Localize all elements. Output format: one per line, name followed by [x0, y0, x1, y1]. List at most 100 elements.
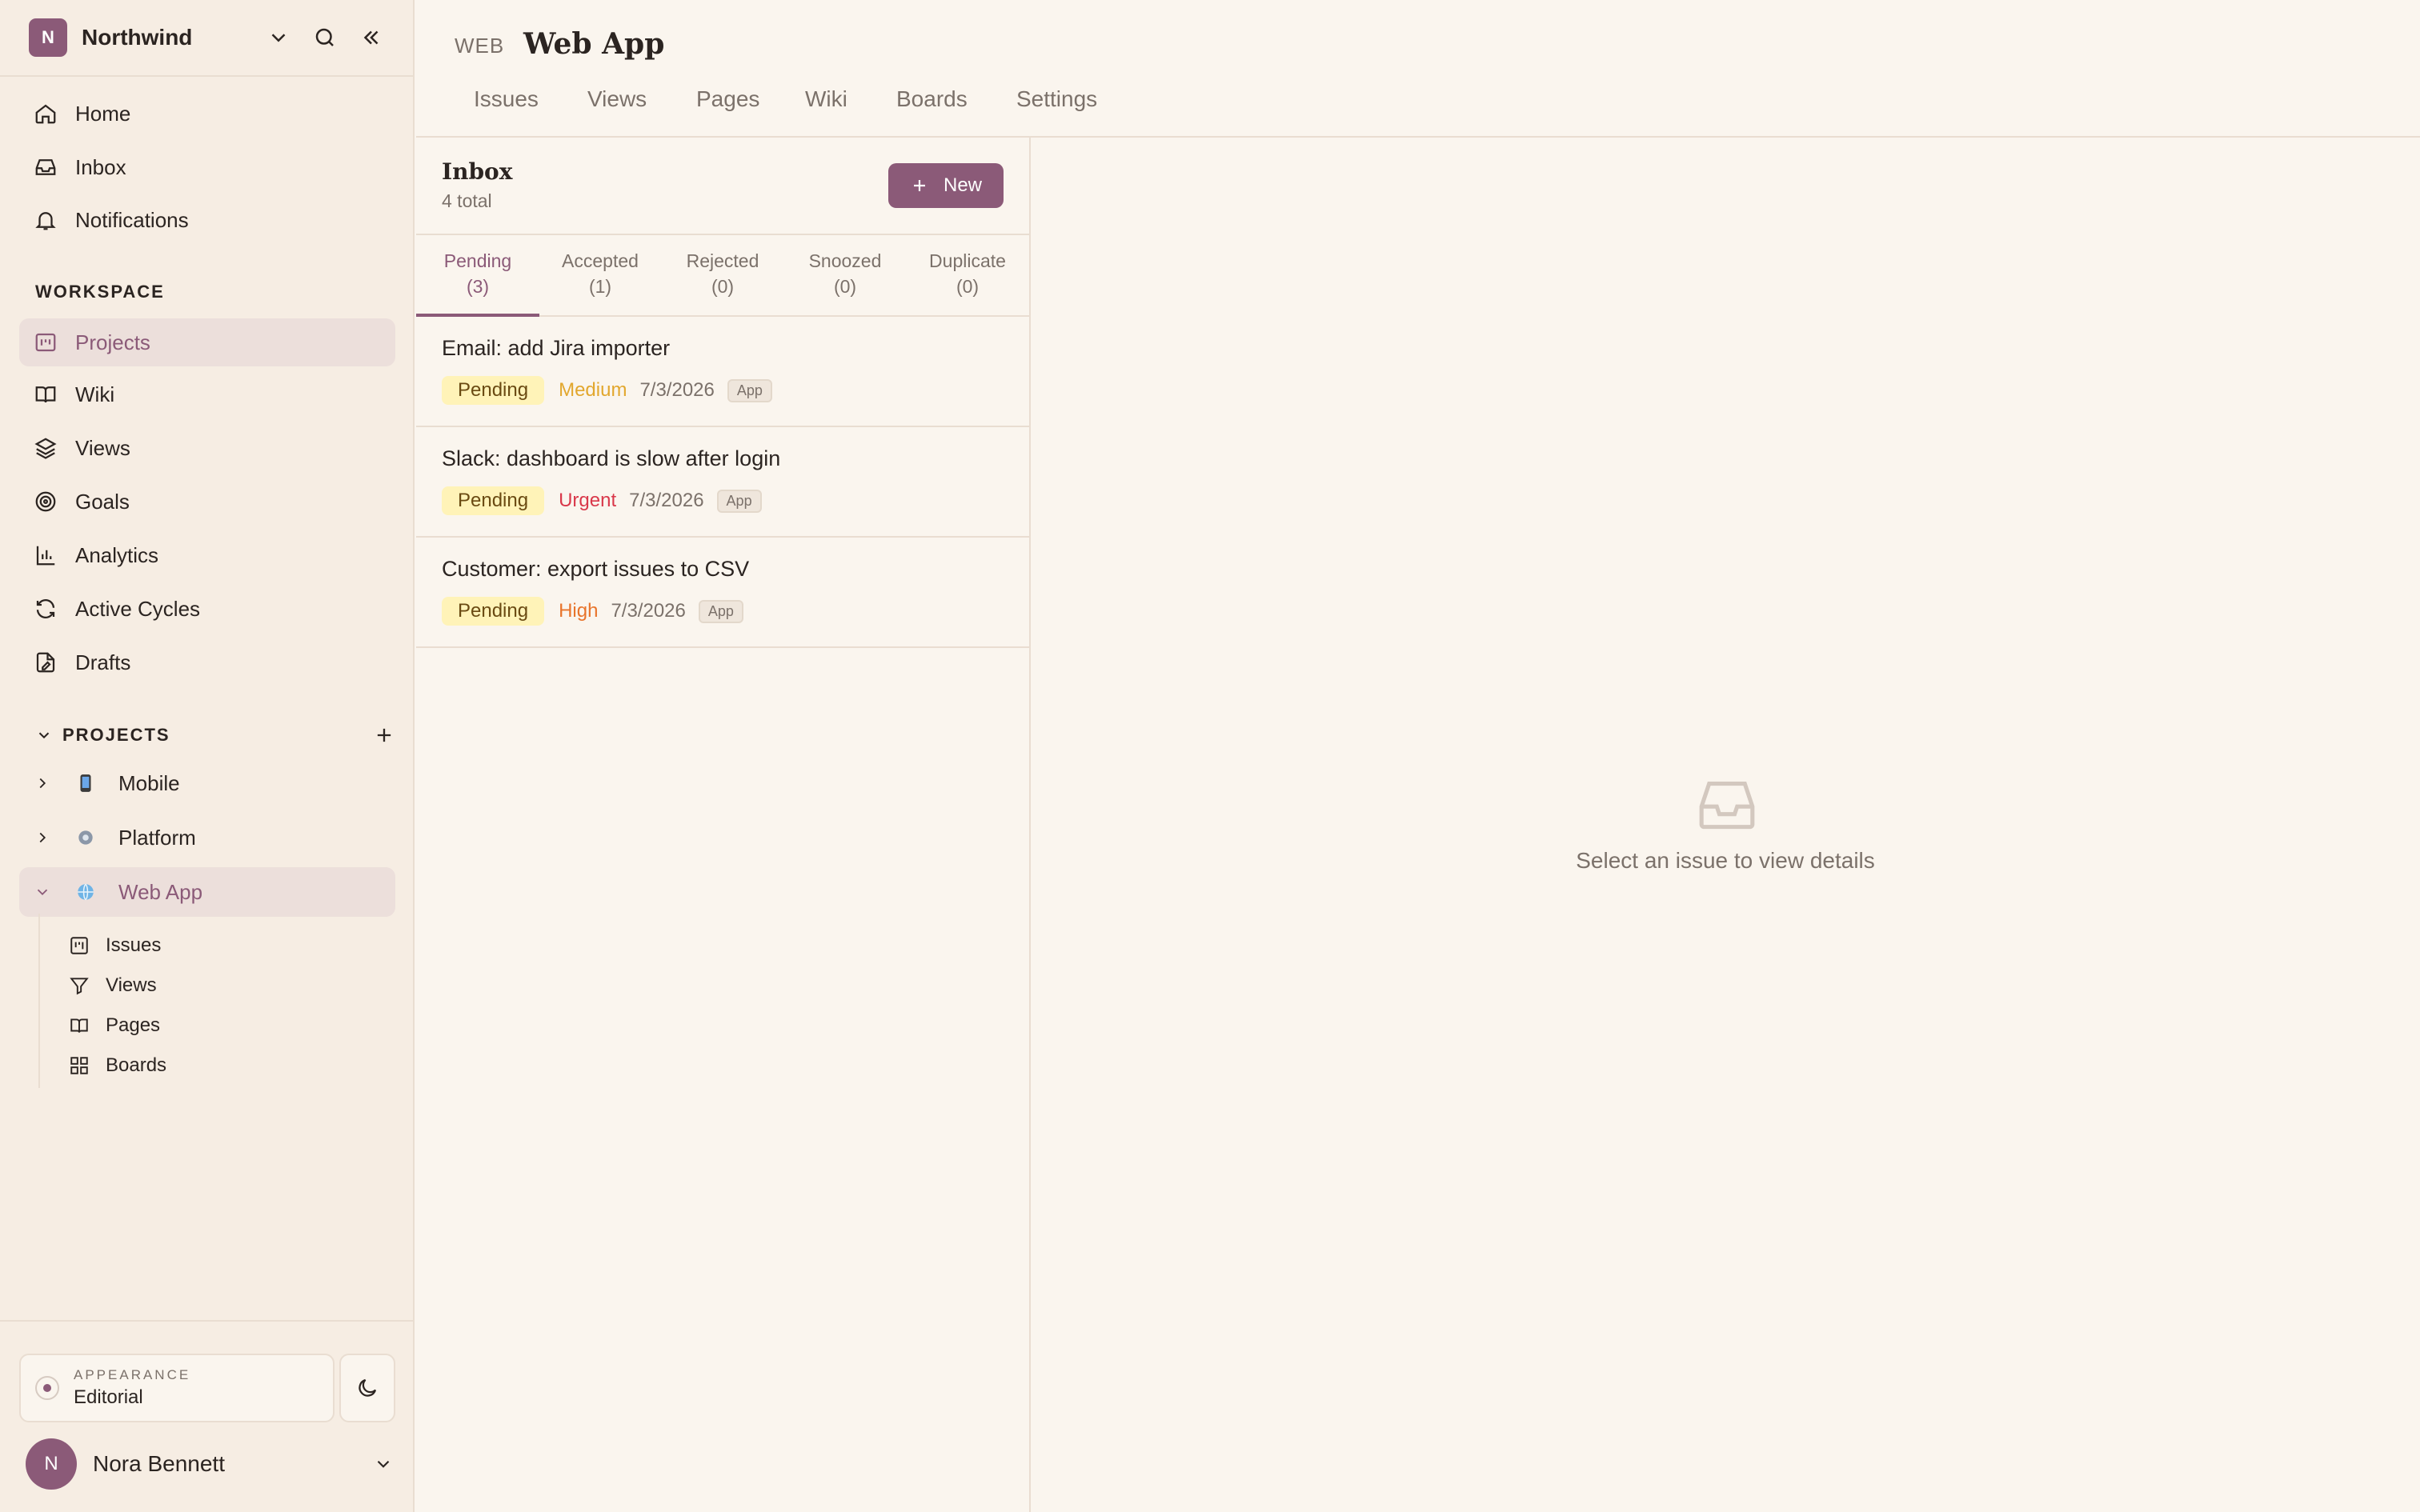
- appearance-label: APPEARANCE: [74, 1367, 191, 1382]
- project-platform[interactable]: Platform: [19, 813, 395, 862]
- inbox-icon: [1699, 782, 1755, 830]
- issue-tag: App: [698, 599, 743, 623]
- sidebar-item-label: Wiki: [75, 382, 115, 406]
- chevron-down-icon: [38, 732, 50, 739]
- page-title: Web App: [523, 27, 665, 61]
- sidebar-item-label: Drafts: [75, 650, 131, 674]
- tab-views[interactable]: Views: [587, 86, 647, 112]
- sidebar-item-views[interactable]: Views: [19, 424, 395, 472]
- workspace-avatar[interactable]: N: [29, 18, 67, 57]
- projects-section-header[interactable]: PROJECTS: [35, 723, 395, 747]
- issue-meta: Pending Medium 7/3/2026 App: [442, 376, 772, 405]
- status-tabs: Pending (3) Accepted (1) Rejected (0) Sn…: [416, 234, 1031, 317]
- appearance-selector[interactable]: APPEARANCE Editorial: [19, 1354, 335, 1422]
- tab-boards[interactable]: Boards: [896, 86, 968, 112]
- nav-inbox[interactable]: Inbox: [19, 143, 395, 191]
- project-header: WEB Web App Issues Views Pages Wiki Boar…: [416, 0, 2420, 138]
- issue-date: 7/3/2026: [611, 600, 686, 622]
- sidebar-item-active-cycles[interactable]: Active Cycles: [19, 585, 395, 633]
- list-item[interactable]: Customer: export issues to CSV Pending H…: [416, 538, 1031, 648]
- sidebar-item-analytics[interactable]: Analytics: [19, 531, 395, 579]
- tab-pending[interactable]: Pending (3): [416, 248, 539, 299]
- sub-item-label: Issues: [106, 934, 162, 956]
- nav-inbox-label: Inbox: [75, 154, 126, 179]
- issue-tag: App: [716, 489, 762, 513]
- new-button-label: New: [943, 174, 982, 196]
- status-badge: Pending: [442, 597, 545, 626]
- plus-icon: [913, 180, 925, 191]
- sidebar-item-projects[interactable]: Projects: [19, 318, 395, 366]
- tab-accepted[interactable]: Accepted (1): [539, 248, 662, 299]
- list-item[interactable]: Slack: dashboard is slow after login Pen…: [416, 427, 1031, 538]
- tab-label: Snoozed: [808, 250, 882, 271]
- sidebar-item-wiki[interactable]: Wiki: [19, 370, 395, 418]
- sidebar-item-goals[interactable]: Goals: [19, 478, 395, 526]
- search-icon[interactable]: [307, 20, 343, 55]
- dark-mode-toggle[interactable]: [339, 1354, 395, 1422]
- tab-count: (3): [466, 276, 490, 297]
- workspace-section-label: WORKSPACE: [35, 282, 165, 302]
- project-mobile[interactable]: Mobile: [19, 758, 395, 808]
- sub-item-label: Boards: [106, 1054, 167, 1076]
- user-menu[interactable]: N Nora Bennett: [26, 1437, 394, 1491]
- project-web-app[interactable]: Web App: [19, 867, 395, 917]
- chevron-right-icon[interactable]: [34, 829, 51, 846]
- tab-duplicate[interactable]: Duplicate (0): [906, 248, 1029, 299]
- chevron-right-icon[interactable]: [34, 774, 51, 792]
- tab-rejected[interactable]: Rejected (0): [661, 248, 784, 299]
- tab-label: Pending: [443, 250, 512, 271]
- layers-icon: [34, 438, 57, 459]
- nav-home[interactable]: Home: [19, 90, 395, 138]
- tab-issues[interactable]: Issues: [474, 86, 539, 112]
- collapse-sidebar-icon[interactable]: [354, 20, 389, 55]
- sidebar-item-label: Analytics: [75, 542, 159, 567]
- draft-icon: [36, 652, 55, 673]
- chevron-down-icon[interactable]: [34, 883, 51, 901]
- sidebar-item-label: Active Cycles: [75, 596, 201, 621]
- new-issue-button[interactable]: New: [888, 163, 1004, 208]
- tab-settings[interactable]: Settings: [1016, 86, 1097, 112]
- inbox-count: 4 total: [442, 190, 492, 211]
- refresh-icon: [36, 599, 55, 618]
- workspace-switcher-chevron-down-icon[interactable]: [261, 20, 296, 55]
- project-sub-issues[interactable]: Issues: [69, 928, 161, 963]
- globe-icon: [78, 883, 94, 901]
- tab-pages[interactable]: Pages: [696, 86, 759, 112]
- nav-notifications[interactable]: Notifications: [19, 196, 395, 244]
- gear-icon: [78, 830, 93, 845]
- sidebar-item-drafts[interactable]: Drafts: [19, 638, 395, 686]
- bar-chart-icon: [36, 546, 55, 566]
- sidebar-item-label: Projects: [75, 330, 150, 354]
- tab-count: (0): [711, 276, 735, 297]
- avatar: N: [26, 1438, 77, 1490]
- sidebar-item-label: Goals: [75, 489, 130, 514]
- inbox-title: Inbox: [442, 158, 513, 185]
- issues-icon: [70, 937, 88, 954]
- list-item[interactable]: Email: add Jira importer Pending Medium …: [416, 317, 1031, 427]
- nav-notifications-label: Notifications: [75, 207, 189, 232]
- filter-icon: [70, 978, 89, 995]
- issue-meta: Pending High 7/3/2026 App: [442, 597, 743, 626]
- issue-title: Customer: export issues to CSV: [442, 557, 750, 581]
- project-key: WEB: [455, 34, 505, 58]
- project-sub-boards[interactable]: Boards: [69, 1048, 166, 1083]
- project-sub-pages[interactable]: Pages: [69, 1008, 160, 1043]
- issue-date: 7/3/2026: [629, 490, 704, 511]
- workspace-name[interactable]: Northwind: [82, 25, 250, 50]
- issue-meta: Pending Urgent 7/3/2026 App: [442, 486, 762, 515]
- tab-label: Rejected: [686, 250, 759, 271]
- tab-count: (0): [956, 276, 980, 297]
- home-icon: [35, 104, 56, 124]
- inbox-icon: [35, 159, 56, 175]
- project-label: Platform: [118, 825, 196, 850]
- project-label: Web App: [118, 879, 203, 904]
- projects-icon: [35, 333, 56, 352]
- add-project-plus-icon[interactable]: [373, 724, 395, 746]
- tab-snoozed[interactable]: Snoozed (0): [783, 248, 907, 299]
- nav-home-label: Home: [75, 101, 131, 126]
- priority-label: Medium: [559, 379, 627, 401]
- project-sub-views[interactable]: Views: [69, 968, 157, 1003]
- tab-wiki[interactable]: Wiki: [805, 86, 847, 112]
- sidebar-divider: [0, 1320, 415, 1322]
- appearance-radio-icon: [35, 1376, 59, 1400]
